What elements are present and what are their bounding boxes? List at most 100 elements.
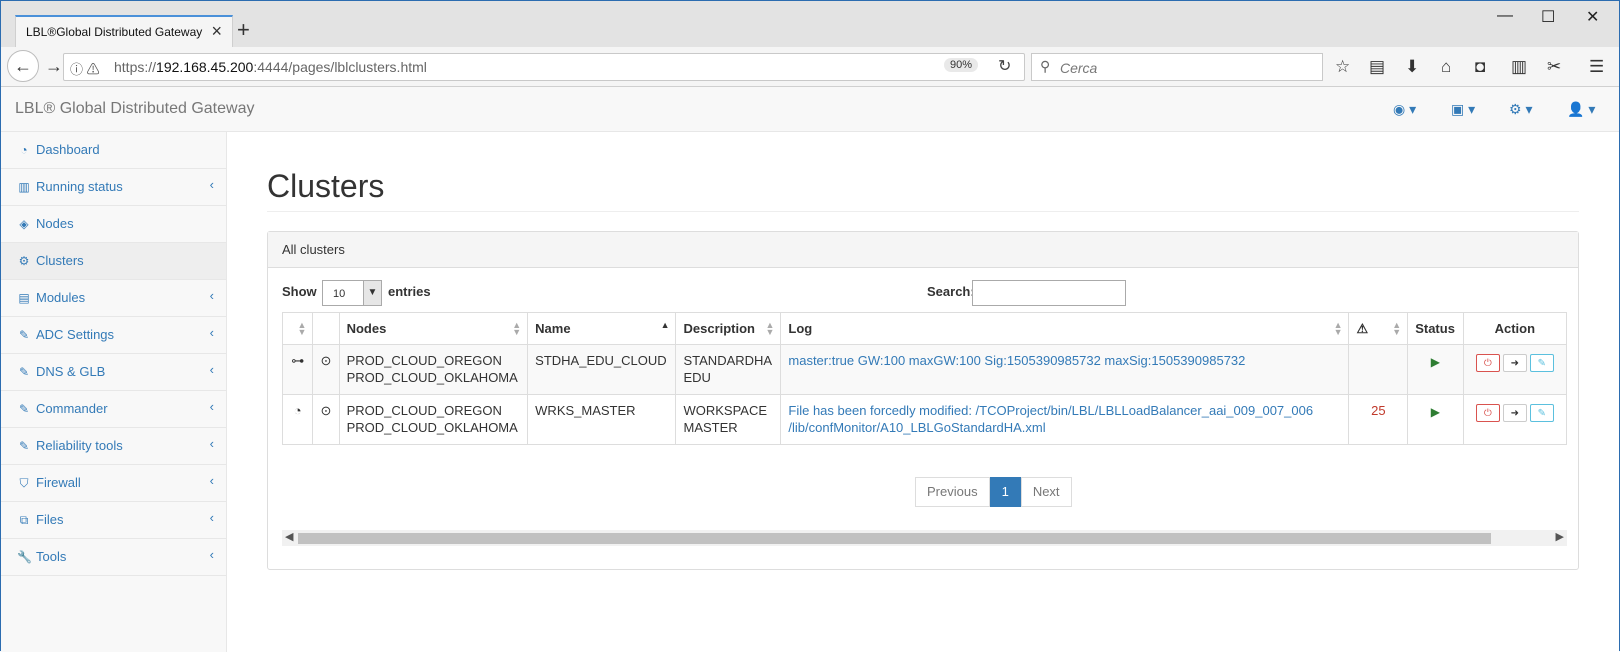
reload-icon[interactable]: ↻ [998,56,1011,76]
warnings-cell [1348,344,1409,395]
sidebar-item-tools[interactable]: 🔧 Tools ‹ [1,539,226,576]
pocket-icon[interactable]: ◘ [1475,57,1485,77]
column-header-action: Action [1462,312,1568,345]
sidebar-item-dashboard[interactable]: ◔ Dashboard [1,132,226,169]
close-tab-icon[interactable]: × [211,21,222,42]
column-header-description[interactable]: Description ▲ ▼ [675,312,782,345]
dashboard-menu-icon[interactable]: ◉ ▾ [1393,101,1416,118]
page-length-value: 10 [333,288,346,300]
new-tab-button[interactable]: + [237,19,250,41]
back-button[interactable]: ← [7,50,39,82]
sidebar-item-modules[interactable]: ▤ Modules ‹ [1,280,226,317]
sidebar-item-files[interactable]: ⧉ Files ‹ [1,502,226,539]
chevron-left-icon: ‹ [209,177,214,192]
expand-row-icon[interactable]: ⊙ [312,394,340,445]
status-play-icon[interactable]: ▶ [1407,344,1464,395]
expand-row-icon[interactable]: ⊙ [312,344,340,395]
stop-button[interactable]: ⏻ [1475,354,1500,372]
screenshot-icon[interactable]: ✂ [1547,57,1561,77]
table-search-input[interactable] [972,280,1126,306]
sidebar-item-commander[interactable]: ✎ Commander ‹ [1,391,226,428]
browser-tab[interactable]: LBL®Global Distributed Gateway × [15,15,233,49]
column-header-name[interactable]: Name ▲ [527,312,677,345]
warning-icon: ⚠ [1356,320,1369,336]
browser-window: LBL®Global Distributed Gateway × + — ☐ ✕… [0,0,1620,652]
zoom-level[interactable]: 90% [944,58,979,72]
browser-search-input[interactable]: ⚲ Cerca [1031,53,1323,81]
sort-icon: ▲ ▼ [765,320,775,337]
window-close-button[interactable]: ✕ [1586,7,1599,27]
edit-button[interactable]: ✎ [1529,354,1554,372]
wrench-icon: 🔧 [17,550,32,564]
sidebar-item-firewall[interactable]: ⛉ Firewall ‹ [1,465,226,502]
sidebar-item-label: Clusters [36,253,84,268]
save-menu-icon[interactable]: ▣ ▾ [1451,101,1475,118]
scroll-right-icon[interactable]: ▶ [1556,530,1564,543]
edit-icon: ✎ [18,328,30,342]
sort-icon: ▲ ▼ [297,320,307,337]
stop-button[interactable]: ⏻ [1475,404,1500,422]
scroll-left-icon[interactable]: ◀ [285,530,293,543]
sidebar: ◔ Dashboard ▥ Running status ‹ ◈ Nodes ⚙… [1,132,227,652]
search-placeholder: Cerca [1060,60,1098,76]
login-button[interactable]: ➜ [1502,404,1527,422]
user-menu-icon[interactable]: 👤 ▾ [1567,101,1595,118]
edit-button[interactable]: ✎ [1529,404,1554,422]
sidebar-item-label: DNS & GLB [36,364,106,379]
menu-icon[interactable]: ☰ [1589,57,1604,77]
column-header-warnings[interactable]: ⚠ ▲ ▼ [1348,312,1409,345]
address-bar[interactable]: ⓘ ⚠ https://192.168.45.200:4444/pages/lb… [63,53,1025,81]
table-row: ⊶ ⊙ PROD_CLOUD_OREGON PROD_CLOUD_OKLAHOMA… [281,344,1568,395]
sidebar-item-label: Files [36,512,64,527]
action-cell: ⏻ ➜ ✎ [1462,394,1568,445]
chevron-left-icon: ‹ [209,473,214,488]
sidebar-item-running-status[interactable]: ▥ Running status ‹ [1,169,226,206]
next-button[interactable]: Next [1020,477,1072,507]
sort-icon: ▲ ▼ [1333,320,1343,337]
login-button[interactable]: ➜ [1502,354,1527,372]
sidebar-item-nodes[interactable]: ◈ Nodes [1,206,226,243]
sidebar-item-label: Dashboard [36,142,100,157]
previous-button[interactable]: Previous [915,477,990,507]
home-icon[interactable]: ⌂ [1441,57,1451,77]
sidebar-item-clusters[interactable]: ⚙ Clusters [1,243,226,280]
settings-menu-icon[interactable]: ⚙ ▾ [1509,101,1532,118]
minimize-button[interactable]: — [1497,7,1513,25]
sidebar-item-dns-glb[interactable]: ✎ DNS & GLB ‹ [1,354,226,391]
clusters-panel: All clusters Show 10 ▼ entries Search: ▲… [267,231,1579,570]
bookmark-star-icon[interactable]: ☆ [1335,57,1350,77]
column-header-log[interactable]: Log ▲ ▼ [780,312,1350,345]
column-header-expand [312,312,340,345]
description-cell: STANDARDHA EDU [675,344,782,395]
chevron-down-icon: ▼ [363,281,381,305]
sidebar-item-reliability-tools[interactable]: ✎ Reliability tools ‹ [1,428,226,465]
site-info-icon[interactable]: ⓘ ⚠ [70,59,100,78]
panel-heading: All clusters [268,232,1578,268]
log-cell[interactable]: File has been forcedly modified: /TCOPro… [780,394,1350,445]
page-1-button[interactable]: 1 [989,477,1021,507]
download-icon[interactable]: ⬇ [1405,57,1419,77]
sidebar-item-adc-settings[interactable]: ✎ ADC Settings ‹ [1,317,226,354]
page-length-select[interactable]: 10 ▼ [322,280,382,306]
app-brand[interactable]: LBL® Global Distributed Gateway [15,100,254,118]
column-header-type[interactable]: ▲ ▼ [281,312,314,345]
dashboard-icon: ◔ [20,143,28,157]
horizontal-scrollbar[interactable]: ◀ ▶ [282,530,1567,546]
sidebar-item-label: Running status [36,179,123,194]
status-play-icon[interactable]: ▶ [1407,394,1464,445]
extension-icon[interactable]: ▥ [1511,57,1527,77]
app-header: LBL® Global Distributed Gateway ◉ ▾ ▣ ▾ … [1,87,1619,132]
name-cell: STDHA_EDU_CLOUD [527,344,677,395]
files-icon: ⧉ [19,513,29,527]
main-content: Clusters All clusters Show 10 ▼ entries … [227,132,1619,652]
log-cell[interactable]: master:true GW:100 maxGW:100 Sig:1505390… [780,344,1350,395]
reading-list-icon[interactable]: ▤ [1369,57,1385,77]
chevron-left-icon: ‹ [209,436,214,451]
sidebar-item-label: Nodes [36,216,74,231]
scroll-thumb[interactable] [298,533,1491,544]
edit-icon: ✎ [18,402,30,416]
column-header-nodes[interactable]: Nodes ▲ ▼ [338,312,529,345]
sort-asc-icon: ▲ [660,320,670,330]
maximize-button[interactable]: ☐ [1541,7,1555,27]
cube-icon: ◈ [19,217,29,231]
